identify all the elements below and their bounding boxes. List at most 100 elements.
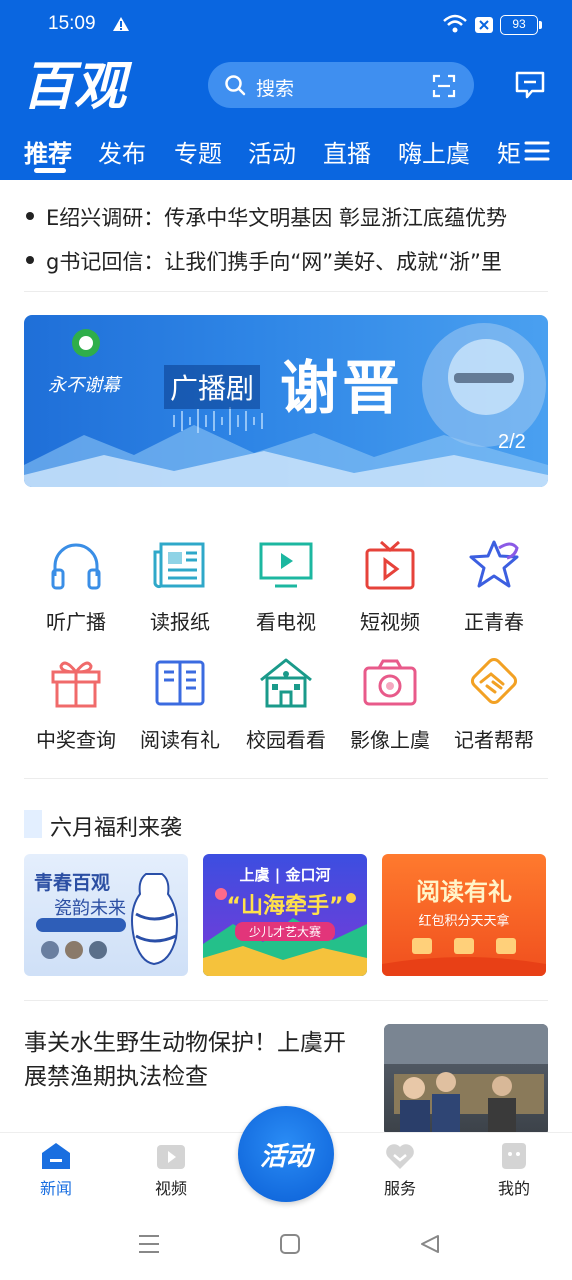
- section-title: 六月福利来袭: [50, 816, 183, 841]
- tab-live[interactable]: 直播: [323, 134, 371, 169]
- home-icon: [42, 1143, 70, 1169]
- tab-topics[interactable]: 专题: [174, 134, 222, 169]
- active-tab-indicator: [34, 168, 66, 173]
- nav-profile[interactable]: 我的: [474, 1141, 554, 1199]
- promo-line: 青春百观: [34, 872, 111, 894]
- menu-icon[interactable]: [524, 140, 550, 166]
- camera-icon: [363, 659, 417, 706]
- tab-activities[interactable]: 活动: [248, 134, 296, 169]
- ticker-text: g书记回信：让我们携手向“网”美好、成就“浙”里: [46, 250, 502, 274]
- nav-video[interactable]: 视频: [131, 1141, 211, 1199]
- tab-publish[interactable]: 发布: [98, 134, 146, 169]
- handshake-icon: [470, 657, 518, 705]
- news-title[interactable]: 事关水生野生动物保护！上虞开展禁渔期执法检查: [24, 1026, 368, 1094]
- nav-news[interactable]: 新闻: [16, 1141, 96, 1199]
- grid-label: 校园看看: [246, 728, 326, 752]
- grid-label: 中奖查询: [36, 728, 116, 752]
- back-icon[interactable]: [420, 1234, 440, 1258]
- home-button-icon[interactable]: [280, 1234, 300, 1258]
- recent-apps-icon[interactable]: [138, 1234, 160, 1258]
- youth-star-icon: [469, 540, 519, 588]
- search-icon: [224, 74, 246, 100]
- tab-matrix[interactable]: 矩: [497, 134, 521, 169]
- warning-icon: [112, 16, 130, 36]
- promo-line: “山海牵手”: [226, 894, 344, 919]
- grid-label: 短视频: [360, 610, 420, 634]
- promo-line: 瓷韵未来: [54, 898, 126, 919]
- grid-item-tv[interactable]: 看电视: [234, 538, 338, 648]
- ticker-text: E绍兴调研：传承中华文明基因 彰显浙江底蕴优势: [46, 206, 507, 230]
- grid-item-prize-query[interactable]: 中奖查询: [24, 656, 128, 766]
- bullet: [26, 212, 34, 220]
- promo-line: 上虞 | 金口河: [239, 866, 331, 884]
- search-bar[interactable]: 搜索: [208, 62, 474, 108]
- scan-icon[interactable]: [432, 74, 456, 102]
- school-icon: [260, 658, 312, 708]
- ticker-item[interactable]: g书记回信：让我们携手向“网”美好、成就“浙”里: [0, 242, 572, 276]
- ticker-item[interactable]: E绍兴调研：传承中华文明基因 彰显浙江底蕴优势: [0, 198, 572, 232]
- divider: [24, 1000, 548, 1001]
- promo-card-reading-gift[interactable]: 阅读有礼 红包积分天天拿: [382, 854, 546, 976]
- nav-services[interactable]: 服务: [360, 1141, 440, 1199]
- svg-text:百观: 百观: [22, 56, 133, 117]
- grid-label: 记者帮帮: [454, 728, 534, 752]
- nav-label: 服务: [383, 1179, 416, 1198]
- short-video-icon: [365, 540, 415, 590]
- newspaper-icon: [153, 542, 205, 589]
- grid-item-youth[interactable]: 正青春: [442, 538, 546, 648]
- bullet: [26, 256, 34, 264]
- wifi-icon: [442, 14, 468, 38]
- status-time: 15:09: [48, 13, 96, 34]
- message-icon[interactable]: [514, 70, 546, 104]
- grid-label: 阅读有礼: [140, 728, 220, 752]
- news-thumbnail[interactable]: [384, 1024, 548, 1136]
- tab-recommend[interactable]: 推荐: [24, 134, 72, 169]
- activity-center-button[interactable]: 活动: [238, 1106, 334, 1202]
- nav-label: 新闻: [39, 1179, 72, 1198]
- app-header: 15:09 93 百观 搜索 推荐 发布 专题 活动 直播 嗨上虞 矩: [0, 0, 572, 180]
- promo-line: 阅读有礼: [416, 878, 512, 906]
- promo-line: 少儿才艺大赛: [235, 922, 335, 941]
- grid-item-shangyu-imaging[interactable]: 影像上虞: [338, 656, 442, 766]
- book-icon: [155, 660, 205, 706]
- tv-icon: [259, 542, 313, 588]
- grid-item-reporter-help[interactable]: 记者帮帮: [442, 656, 546, 766]
- grid-label: 影像上虞: [350, 728, 430, 752]
- divider: [24, 778, 548, 779]
- banner-title: 广播剧: [164, 365, 261, 409]
- app-logo: 百观: [20, 56, 170, 118]
- center-button-label: 活动: [259, 1142, 312, 1172]
- grid-item-short-video[interactable]: 短视频: [338, 538, 442, 648]
- banner-carousel[interactable]: 永不谢幕 广播剧 谢晋 2/2: [24, 315, 548, 487]
- banner-page-counter: 2/2: [498, 431, 526, 453]
- status-bar: 15:09 93: [0, 0, 572, 52]
- grid-label: 听广播: [46, 610, 106, 634]
- grid-item-radio[interactable]: 听广播: [24, 538, 128, 648]
- heart-icon: [386, 1144, 414, 1169]
- headphones-icon: [51, 543, 101, 590]
- category-tabs: 推荐 发布 专题 活动 直播 嗨上虞 矩: [0, 130, 572, 178]
- video-icon: [157, 1145, 185, 1169]
- grid-item-newspaper[interactable]: 读报纸: [128, 538, 232, 648]
- sim-off-icon: [474, 16, 494, 38]
- grid-item-reading-gift[interactable]: 阅读有礼: [128, 656, 232, 766]
- grid-label: 正青春: [464, 610, 524, 634]
- banner-logo-caption: 永不谢幕: [48, 375, 120, 396]
- battery-indicator: 93: [500, 15, 542, 35]
- system-navigation-bar: [0, 1210, 572, 1280]
- search-placeholder: 搜索: [256, 78, 295, 100]
- tab-shangyu[interactable]: 嗨上虞: [398, 134, 470, 169]
- promo-card-porcelain[interactable]: 青春百观 瓷韵未来: [24, 854, 188, 976]
- nav-label: 视频: [154, 1179, 187, 1198]
- promo-card-talent-contest[interactable]: 上虞 | 金口河 “山海牵手” 少儿才艺大赛: [203, 854, 367, 976]
- banner-headline: 谢晋: [280, 354, 405, 422]
- news-photo: [384, 1024, 548, 1136]
- profile-icon: [502, 1143, 526, 1169]
- grid-item-campus[interactable]: 校园看看: [234, 656, 338, 766]
- nav-label: 我的: [497, 1179, 530, 1198]
- divider: [24, 291, 548, 292]
- section-marker: [24, 810, 42, 838]
- promo-line: 红包积分天天拿: [418, 914, 510, 929]
- gift-icon: [51, 661, 101, 708]
- grid-label: 读报纸: [150, 610, 210, 634]
